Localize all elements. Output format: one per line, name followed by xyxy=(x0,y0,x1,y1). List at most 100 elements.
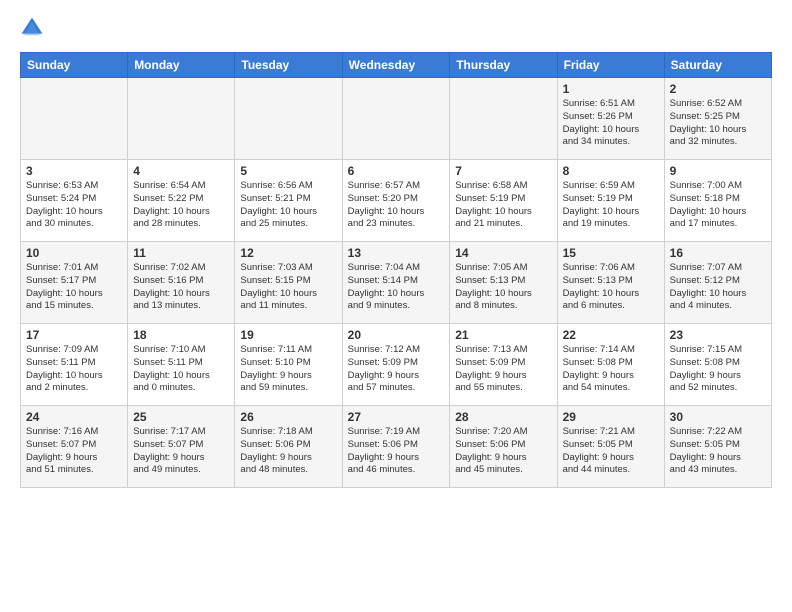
weekday-header: Wednesday xyxy=(342,53,450,78)
logo-icon xyxy=(20,16,44,40)
day-info: Sunrise: 7:16 AM Sunset: 5:07 PM Dayligh… xyxy=(26,426,98,475)
day-info: Sunrise: 7:04 AM Sunset: 5:14 PM Dayligh… xyxy=(348,262,425,311)
day-number: 26 xyxy=(240,410,336,424)
calendar-table: SundayMondayTuesdayWednesdayThursdayFrid… xyxy=(20,52,772,488)
day-info: Sunrise: 7:18 AM Sunset: 5:06 PM Dayligh… xyxy=(240,426,312,475)
day-number: 18 xyxy=(133,328,229,342)
day-number: 22 xyxy=(563,328,659,342)
calendar-cell: 26 Sunrise: 7:18 AM Sunset: 5:06 PM Dayli… xyxy=(235,406,342,488)
day-number: 29 xyxy=(563,410,659,424)
day-number: 11 xyxy=(133,246,229,260)
day-info: Sunrise: 6:57 AM Sunset: 5:20 PM Dayligh… xyxy=(348,180,425,229)
weekday-header: Friday xyxy=(557,53,664,78)
day-number: 4 xyxy=(133,164,229,178)
day-number: 1 xyxy=(563,82,659,96)
calendar-week-row: 10Sunrise: 7:01 AM Sunset: 5:17 PM Dayli… xyxy=(21,242,772,324)
calendar-cell: 23 Sunrise: 7:15 AM Sunset: 5:08 PM Dayli… xyxy=(664,324,771,406)
day-number: 23 xyxy=(670,328,766,342)
calendar-cell: 12Sunrise: 7:03 AM Sunset: 5:15 PM Dayli… xyxy=(235,242,342,324)
day-info: Sunrise: 7:09 AM Sunset: 5:11 PM Dayligh… xyxy=(26,344,103,393)
day-info: Sunrise: 7:15 AM Sunset: 5:08 PM Dayligh… xyxy=(670,344,742,393)
day-number: 9 xyxy=(670,164,766,178)
calendar-cell: 29 Sunrise: 7:21 AM Sunset: 5:05 PM Dayli… xyxy=(557,406,664,488)
day-number: 13 xyxy=(348,246,445,260)
day-info: Sunrise: 7:22 AM Sunset: 5:05 PM Dayligh… xyxy=(670,426,742,475)
day-number: 12 xyxy=(240,246,336,260)
day-info: Sunrise: 7:12 AM Sunset: 5:09 PM Dayligh… xyxy=(348,344,420,393)
header xyxy=(20,16,772,40)
day-info: Sunrise: 7:05 AM Sunset: 5:13 PM Dayligh… xyxy=(455,262,532,311)
day-number: 20 xyxy=(348,328,445,342)
calendar-header-row: SundayMondayTuesdayWednesdayThursdayFrid… xyxy=(21,53,772,78)
calendar-week-row: 24 Sunrise: 7:16 AM Sunset: 5:07 PM Dayli… xyxy=(21,406,772,488)
weekday-header: Tuesday xyxy=(235,53,342,78)
day-info: Sunrise: 6:51 AM Sunset: 5:26 PM Dayligh… xyxy=(563,98,640,147)
day-number: 28 xyxy=(455,410,551,424)
day-info: Sunrise: 7:14 AM Sunset: 5:08 PM Dayligh… xyxy=(563,344,635,393)
day-number: 16 xyxy=(670,246,766,260)
weekday-header: Saturday xyxy=(664,53,771,78)
calendar-cell: 17 Sunrise: 7:09 AM Sunset: 5:11 PM Dayli… xyxy=(21,324,128,406)
day-info: Sunrise: 6:58 AM Sunset: 5:19 PM Dayligh… xyxy=(455,180,532,229)
calendar-cell: 13 Sunrise: 7:04 AM Sunset: 5:14 PM Dayli… xyxy=(342,242,450,324)
calendar-cell: 2 Sunrise: 6:52 AM Sunset: 5:25 PM Daylig… xyxy=(664,78,771,160)
day-number: 8 xyxy=(563,164,659,178)
day-info: Sunrise: 7:17 AM Sunset: 5:07 PM Dayligh… xyxy=(133,426,205,475)
calendar-cell: 20 Sunrise: 7:12 AM Sunset: 5:09 PM Dayli… xyxy=(342,324,450,406)
calendar-cell xyxy=(235,78,342,160)
calendar-cell: 8 Sunrise: 6:59 AM Sunset: 5:19 PM Daylig… xyxy=(557,160,664,242)
day-number: 7 xyxy=(455,164,551,178)
calendar-cell: 10Sunrise: 7:01 AM Sunset: 5:17 PM Dayli… xyxy=(21,242,128,324)
calendar-cell: 14 Sunrise: 7:05 AM Sunset: 5:13 PM Dayli… xyxy=(450,242,557,324)
day-info: Sunrise: 7:01 AM Sunset: 5:17 PM Dayligh… xyxy=(26,262,103,311)
day-number: 25 xyxy=(133,410,229,424)
weekday-header: Thursday xyxy=(450,53,557,78)
calendar-cell: 25 Sunrise: 7:17 AM Sunset: 5:07 PM Dayli… xyxy=(128,406,235,488)
calendar-cell: 30 Sunrise: 7:22 AM Sunset: 5:05 PM Dayli… xyxy=(664,406,771,488)
calendar-cell: 22 Sunrise: 7:14 AM Sunset: 5:08 PM Dayli… xyxy=(557,324,664,406)
day-info: Sunrise: 7:10 AM Sunset: 5:11 PM Dayligh… xyxy=(133,344,210,393)
day-info: Sunrise: 7:21 AM Sunset: 5:05 PM Dayligh… xyxy=(563,426,635,475)
day-info: Sunrise: 7:06 AM Sunset: 5:13 PM Dayligh… xyxy=(563,262,640,311)
calendar-cell: 1 Sunrise: 6:51 AM Sunset: 5:26 PM Daylig… xyxy=(557,78,664,160)
calendar-cell: 9 Sunrise: 7:00 AM Sunset: 5:18 PM Daylig… xyxy=(664,160,771,242)
calendar-cell: 21Sunrise: 7:13 AM Sunset: 5:09 PM Dayli… xyxy=(450,324,557,406)
calendar-cell xyxy=(342,78,450,160)
day-number: 6 xyxy=(348,164,445,178)
calendar-cell: 18 Sunrise: 7:10 AM Sunset: 5:11 PM Dayli… xyxy=(128,324,235,406)
calendar-cell xyxy=(450,78,557,160)
day-number: 24 xyxy=(26,410,122,424)
day-info: Sunrise: 7:20 AM Sunset: 5:06 PM Dayligh… xyxy=(455,426,527,475)
calendar-cell: 27Sunrise: 7:19 AM Sunset: 5:06 PM Dayli… xyxy=(342,406,450,488)
day-info: Sunrise: 6:56 AM Sunset: 5:21 PM Dayligh… xyxy=(240,180,317,229)
calendar-cell: 16Sunrise: 7:07 AM Sunset: 5:12 PM Dayli… xyxy=(664,242,771,324)
calendar-cell: 19Sunrise: 7:11 AM Sunset: 5:10 PM Dayli… xyxy=(235,324,342,406)
day-info: Sunrise: 6:52 AM Sunset: 5:25 PM Dayligh… xyxy=(670,98,747,147)
day-number: 21 xyxy=(455,328,551,342)
day-number: 2 xyxy=(670,82,766,96)
day-number: 14 xyxy=(455,246,551,260)
day-number: 17 xyxy=(26,328,122,342)
day-info: Sunrise: 7:02 AM Sunset: 5:16 PM Dayligh… xyxy=(133,262,210,311)
calendar-cell: 3 Sunrise: 6:53 AM Sunset: 5:24 PM Daylig… xyxy=(21,160,128,242)
weekday-header: Monday xyxy=(128,53,235,78)
calendar-cell: 11 Sunrise: 7:02 AM Sunset: 5:16 PM Dayli… xyxy=(128,242,235,324)
calendar-cell xyxy=(21,78,128,160)
day-number: 30 xyxy=(670,410,766,424)
calendar-cell: 15 Sunrise: 7:06 AM Sunset: 5:13 PM Dayli… xyxy=(557,242,664,324)
day-number: 5 xyxy=(240,164,336,178)
day-info: Sunrise: 7:00 AM Sunset: 5:18 PM Dayligh… xyxy=(670,180,747,229)
calendar-cell: 4Sunrise: 6:54 AM Sunset: 5:22 PM Daylig… xyxy=(128,160,235,242)
calendar-cell xyxy=(128,78,235,160)
calendar-week-row: 17 Sunrise: 7:09 AM Sunset: 5:11 PM Dayli… xyxy=(21,324,772,406)
day-info: Sunrise: 6:59 AM Sunset: 5:19 PM Dayligh… xyxy=(563,180,640,229)
calendar-cell: 7 Sunrise: 6:58 AM Sunset: 5:19 PM Daylig… xyxy=(450,160,557,242)
day-number: 3 xyxy=(26,164,122,178)
calendar-cell: 28 Sunrise: 7:20 AM Sunset: 5:06 PM Dayli… xyxy=(450,406,557,488)
page: SundayMondayTuesdayWednesdayThursdayFrid… xyxy=(0,0,792,498)
calendar-cell: 24 Sunrise: 7:16 AM Sunset: 5:07 PM Dayli… xyxy=(21,406,128,488)
calendar-cell: 5 Sunrise: 6:56 AM Sunset: 5:21 PM Daylig… xyxy=(235,160,342,242)
day-info: Sunrise: 6:53 AM Sunset: 5:24 PM Dayligh… xyxy=(26,180,103,229)
day-number: 19 xyxy=(240,328,336,342)
day-number: 15 xyxy=(563,246,659,260)
